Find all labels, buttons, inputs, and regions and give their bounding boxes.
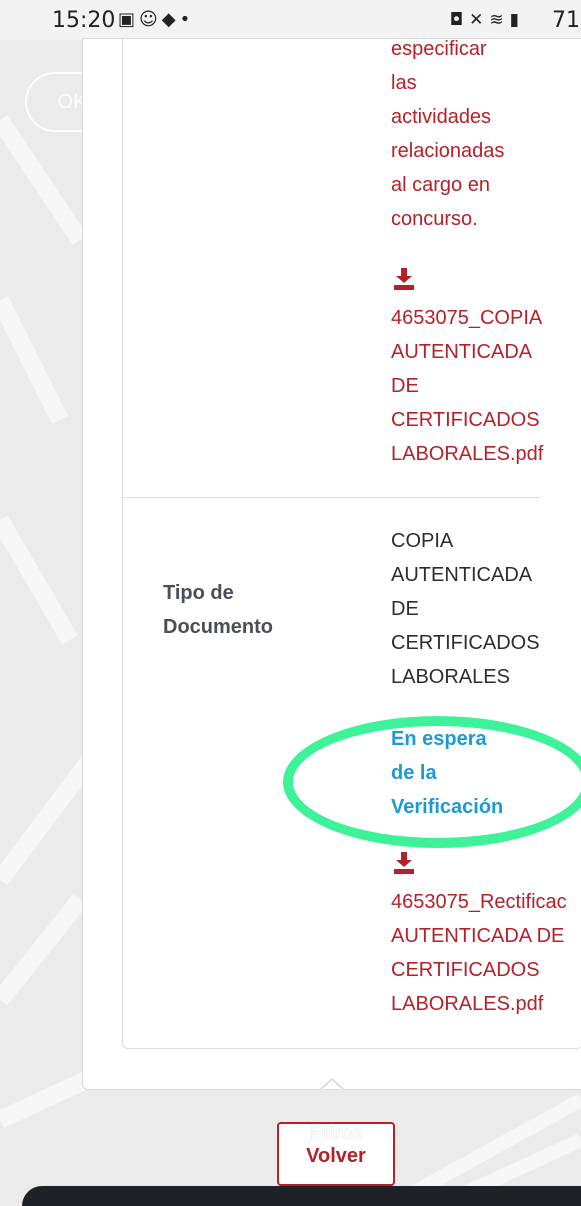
description-text: especificar las actividades relacionadas… xyxy=(391,38,505,230)
system-icons: ◘✕≋▮ xyxy=(450,10,525,30)
avatar-icon: ☺ xyxy=(139,9,162,30)
alarm-icon: ◘ xyxy=(449,10,470,30)
download-icon[interactable] xyxy=(394,268,414,290)
doc-type-value: COPIA AUTENTICADA DE CERTIFICADOS LABORA… xyxy=(391,530,540,688)
filters-label[interactable]: Filtros xyxy=(279,1124,393,1144)
mute-icon: ✕ xyxy=(469,10,490,30)
chevron-up-icon[interactable] xyxy=(318,1074,346,1092)
signal-icon: ▮ xyxy=(509,10,525,30)
app-icon: ◆ xyxy=(161,9,180,30)
status-time: 15:20 xyxy=(52,8,116,33)
notification-icons: ▣☺◆• xyxy=(118,9,195,30)
image-icon: ▣ xyxy=(118,9,140,30)
navigation-bar xyxy=(22,1186,581,1206)
row-divider xyxy=(122,497,540,498)
doc-type-label: Tipo de Documento xyxy=(163,582,273,638)
battery-level: 71 xyxy=(552,8,580,33)
back-label: Volver xyxy=(306,1145,366,1167)
file-link-certificados[interactable]: 4653075_COPIA AUTENTICADA DE CERTIFICADO… xyxy=(391,301,581,471)
download-icon[interactable] xyxy=(394,852,414,874)
file-link-rectificacion[interactable]: 4653075_Rectificac AUTENTICADA DE CERTIF… xyxy=(391,885,581,1021)
highlight-circle xyxy=(283,716,581,848)
back-button[interactable]: Filtros Volver xyxy=(277,1122,395,1186)
wifi-icon: ≋ xyxy=(489,10,510,30)
